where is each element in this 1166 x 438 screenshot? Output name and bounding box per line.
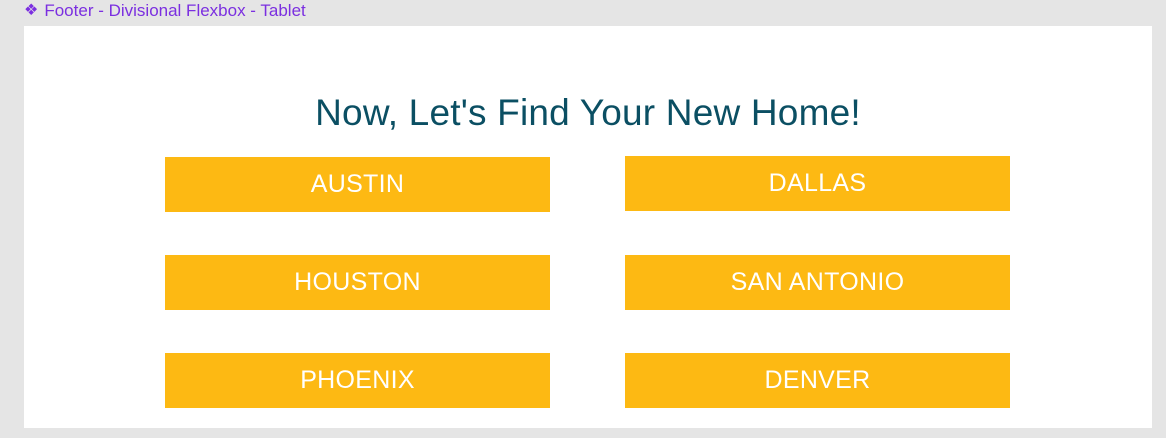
city-button-san-antonio[interactable]: SAN ANTONIO: [625, 255, 1010, 310]
component-icon: ❖: [24, 2, 39, 19]
city-button-phoenix[interactable]: PHOENIX: [165, 353, 550, 408]
footer-frame: Now, Let's Find Your New Home! AUSTIN DA…: [24, 26, 1152, 428]
city-button-houston[interactable]: HOUSTON: [165, 255, 550, 310]
headline: Now, Let's Find Your New Home!: [315, 92, 861, 133]
city-button-denver[interactable]: DENVER: [625, 353, 1010, 408]
city-button-austin[interactable]: AUSTIN: [165, 157, 550, 212]
city-button-dallas[interactable]: DALLAS: [625, 156, 1010, 211]
frame-label-text: Footer - Divisional Flexbox - Tablet: [44, 1, 306, 20]
frame-label[interactable]: ❖ Footer - Divisional Flexbox - Tablet: [24, 0, 306, 22]
